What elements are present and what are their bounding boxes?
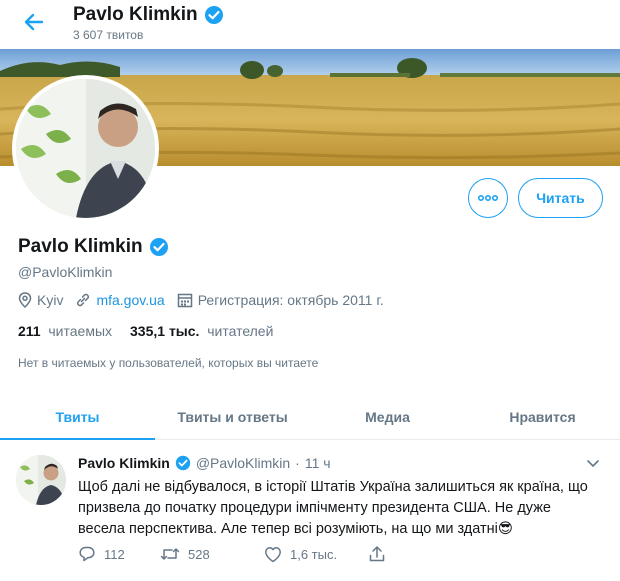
tweet-author-name[interactable]: Pavlo Klimkin [78, 455, 170, 471]
profile-avatar[interactable] [12, 75, 159, 222]
profile-website[interactable]: mfa.gov.ua [75, 292, 165, 308]
like-button[interactable]: 1,6 тыс. [264, 546, 368, 563]
profile-meta: Kyiv mfa.gov.ua Регистрация: октябрь 201… [18, 292, 396, 308]
tweet-text: Щоб далі не відбувалося, в історії Штаті… [78, 479, 588, 537]
tweet-header: Pavlo Klimkin @PavloKlimkin · 11 ч [78, 455, 331, 471]
tweet-menu-button[interactable] [586, 456, 600, 474]
verified-icon [175, 455, 191, 471]
following-stat[interactable]: 211 читаемых [18, 323, 112, 339]
reply-button[interactable]: 112 [78, 545, 160, 563]
verified-icon [149, 238, 168, 256]
tab-media[interactable]: Медиа [310, 394, 465, 439]
location-icon [18, 292, 32, 308]
link-icon [77, 293, 90, 307]
header-tweet-count: 3 607 твитов [73, 28, 144, 42]
retweet-count: 528 [188, 546, 210, 562]
followers-count: 335,1 тыс. [130, 323, 200, 339]
tweet-author-handle[interactable]: @PavloKlimkin [196, 455, 290, 471]
tweet-time[interactable]: 11 ч [305, 455, 331, 471]
followed-by-note: Нет в читаемых у пользователей, которых … [18, 356, 319, 370]
following-count: 211 [18, 323, 41, 339]
tab-likes[interactable]: Нравится [465, 394, 620, 439]
tab-tweets[interactable]: Твиты [0, 394, 155, 440]
profile-stats: 211 читаемых 335,1 тыс. читателей [18, 323, 273, 339]
joined-text: Регистрация: октябрь 2011 г. [197, 292, 384, 308]
like-icon [265, 546, 281, 562]
more-options-button[interactable] [468, 178, 508, 218]
top-header: Pavlo Klimkin 3 607 твитов [0, 0, 620, 49]
header-name-text: Pavlo Klimkin [73, 4, 198, 25]
tweet-actions: 112 528 1,6 тыс. [78, 545, 386, 563]
retweet-icon [160, 548, 180, 560]
verified-icon [204, 6, 223, 24]
following-label: читаемых [48, 323, 113, 339]
more-icon [478, 195, 498, 201]
profile-location: Kyiv [18, 292, 63, 308]
header-title: Pavlo Klimkin [73, 4, 224, 26]
followers-label: читателей [207, 323, 274, 339]
calendar-icon [177, 293, 192, 308]
retweet-button[interactable]: 528 [160, 545, 264, 563]
chevron-down-icon [587, 460, 599, 467]
follow-button[interactable]: Читать [518, 178, 603, 218]
back-button[interactable] [20, 8, 48, 36]
like-count: 1,6 тыс. [290, 546, 338, 562]
profile-name-text: Pavlo Klimkin [18, 236, 143, 257]
profile-name: Pavlo Klimkin [18, 236, 169, 258]
reply-icon [79, 546, 95, 562]
reply-count: 112 [104, 546, 125, 562]
tweet[interactable]: Pavlo Klimkin @PavloKlimkin · 11 ч Щоб д… [0, 442, 620, 581]
profile-joined: Регистрация: октябрь 2011 г. [177, 292, 384, 308]
profile-tabs: Твиты Твиты и ответы Медиа Нравится [0, 394, 620, 440]
share-button[interactable] [368, 545, 386, 563]
tab-tweets-and-replies[interactable]: Твиты и ответы [155, 394, 310, 439]
followers-stat[interactable]: 335,1 тыс. читателей [130, 323, 273, 339]
website-link[interactable]: mfa.gov.ua [96, 292, 164, 308]
profile-handle: @PavloKlimkin [18, 264, 113, 280]
tweet-separator: · [295, 455, 300, 471]
back-arrow-icon [24, 13, 44, 31]
location-text: Kyiv [37, 292, 64, 308]
tweet-avatar[interactable] [16, 455, 66, 505]
share-icon [369, 546, 385, 562]
